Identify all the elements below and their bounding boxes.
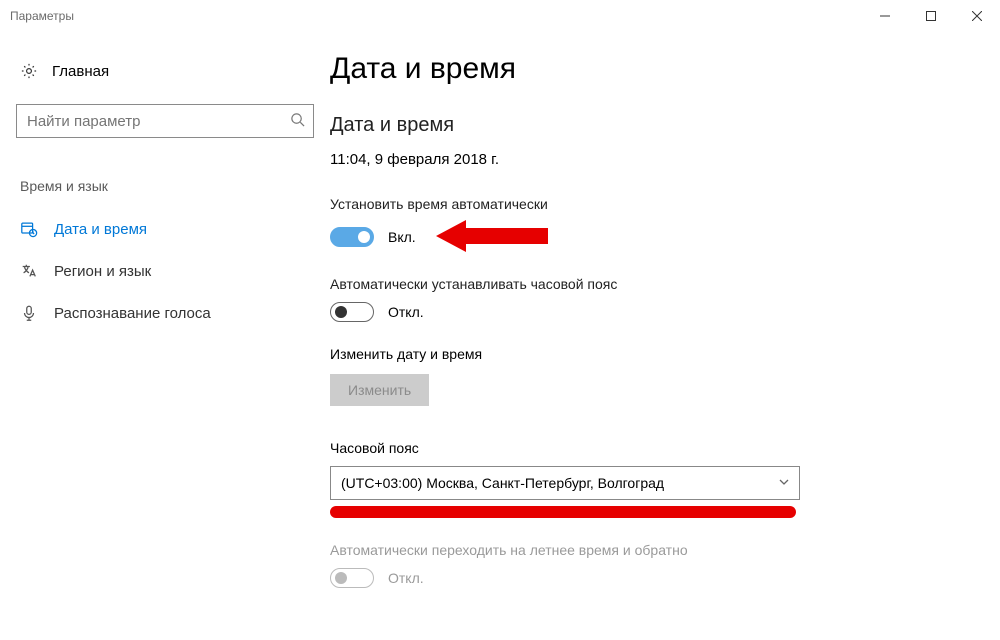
- search-input[interactable]: [27, 113, 290, 130]
- change-button[interactable]: Изменить: [330, 374, 429, 406]
- main-content: Дата и время Дата и время 11:04, 9 февра…: [330, 32, 1000, 640]
- current-datetime: 11:04, 9 февраля 2018 г.: [330, 151, 964, 168]
- calendar-clock-icon: [20, 220, 38, 238]
- dst-state: Откл.: [388, 570, 424, 586]
- home-nav[interactable]: Главная: [16, 56, 314, 86]
- timezone-select[interactable]: (UTC+03:00) Москва, Санкт-Петербург, Вол…: [330, 466, 800, 500]
- window-titlebar: Параметры: [0, 0, 1000, 32]
- maximize-button[interactable]: [908, 0, 954, 32]
- sidebar-item-label: Дата и время: [54, 221, 147, 238]
- sidebar-item-speech[interactable]: Распознавание голоса: [16, 292, 314, 334]
- sidebar-item-date-time[interactable]: Дата и время: [16, 208, 314, 250]
- auto-time-toggle[interactable]: [330, 227, 374, 247]
- auto-time-state: Вкл.: [388, 229, 416, 245]
- dst-label: Автоматически переходить на летнее время…: [330, 542, 964, 558]
- search-input-wrap[interactable]: [16, 104, 314, 138]
- auto-tz-state: Откл.: [388, 304, 424, 320]
- sidebar-item-label: Распознавание голоса: [54, 305, 211, 322]
- sidebar-item-label: Регион и язык: [54, 263, 151, 280]
- annotation-arrow: [436, 222, 546, 252]
- close-button[interactable]: [954, 0, 1000, 32]
- timezone-selected-value: (UTC+03:00) Москва, Санкт-Петербург, Вол…: [341, 475, 664, 491]
- auto-tz-label: Автоматически устанавливать часовой пояс: [330, 276, 964, 292]
- window-title: Параметры: [10, 9, 74, 23]
- change-datetime-label: Изменить дату и время: [330, 346, 964, 362]
- auto-time-label: Установить время автоматически: [330, 196, 964, 212]
- minimize-button[interactable]: [862, 0, 908, 32]
- page-title: Дата и время: [330, 52, 964, 86]
- sidebar-item-region-language[interactable]: Регион и язык: [16, 250, 314, 292]
- section-heading-date-time: Дата и время: [330, 114, 964, 137]
- home-label: Главная: [52, 63, 109, 80]
- sidebar: Главная Время и язык Дата и время: [0, 32, 330, 640]
- chevron-down-icon: [778, 475, 790, 491]
- sidebar-group-title: Время и язык: [20, 178, 314, 194]
- search-icon: [290, 112, 305, 130]
- gear-icon: [20, 62, 38, 80]
- timezone-label: Часовой пояс: [330, 440, 964, 456]
- auto-tz-toggle[interactable]: [330, 302, 374, 322]
- dst-toggle: [330, 568, 374, 588]
- language-icon: [20, 262, 38, 280]
- microphone-icon: [20, 304, 38, 322]
- annotation-underline: [330, 506, 796, 518]
